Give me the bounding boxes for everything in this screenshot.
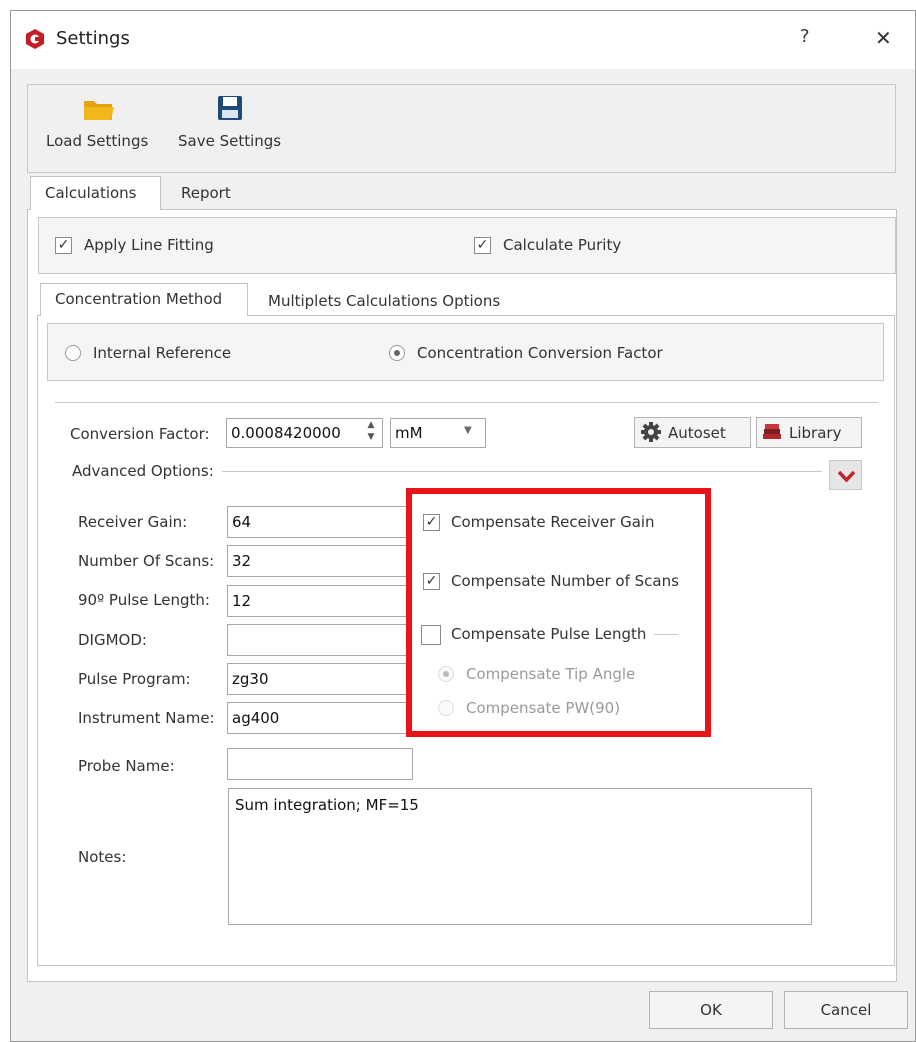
floppy-disk-icon [216,94,244,122]
instrument-name-label: Instrument Name: [78,709,215,727]
number-of-scans-input[interactable]: 32 [227,545,413,577]
autoset-label: Autoset [668,424,726,442]
notes-label: Notes: [78,848,127,866]
close-icon[interactable]: ✕ [875,26,892,50]
divider [55,402,878,403]
highlight-box [406,488,711,737]
advanced-options-label: Advanced Options: [72,462,214,480]
tab-concentration-method[interactable]: Concentration Method [40,283,248,316]
ok-button[interactable]: OK [649,991,773,1029]
folder-icon [82,95,116,123]
conversion-factor-spinner[interactable]: ▲ ▼ [360,419,382,447]
chevron-down-icon [837,470,856,483]
save-settings-button[interactable]: Save Settings [178,132,281,150]
dialog-title: Settings [56,28,130,49]
tab-calculations[interactable]: Calculations [30,176,161,210]
help-button[interactable]: ? [800,26,810,47]
tab-report[interactable]: Report [167,177,245,210]
pulse-program-label: Pulse Program: [78,670,191,688]
tab-multiplets-calculations-options[interactable]: Multiplets Calculations Options [254,285,514,318]
cancel-button[interactable]: Cancel [784,991,908,1029]
internal-reference-radio[interactable] [65,345,81,361]
calculate-purity-label: Calculate Purity [503,236,622,254]
advanced-options-toggle[interactable] [829,460,862,490]
instrument-name-input[interactable]: ag400 [227,702,413,734]
advanced-options-divider [222,471,822,472]
digmod-label: DIGMOD: [78,631,147,649]
pulse-length-label: 90º Pulse Length: [78,591,210,609]
apply-line-fitting-label: Apply Line Fitting [84,236,214,254]
title-bar [11,11,915,69]
concentration-conversion-factor-label: Concentration Conversion Factor [417,344,663,362]
number-of-scans-label: Number Of Scans: [78,552,215,570]
app-logo-icon [24,28,46,50]
internal-reference-label: Internal Reference [93,344,232,362]
receiver-gain-input[interactable]: 64 [227,506,413,538]
gear-icon [640,421,662,443]
books-icon [761,422,783,442]
chevron-down-icon: ▼ [464,425,472,436]
digmod-input[interactable] [227,624,413,656]
notes-textarea[interactable]: Sum integration; MF=15 [228,788,812,925]
pulse-length-input[interactable]: 12 [227,585,413,617]
pulse-program-input[interactable]: zg30 [227,663,413,695]
conversion-factor-label: Conversion Factor: [70,425,210,443]
apply-line-fitting-checkbox[interactable]: ✓ [55,237,72,254]
probe-name-label: Probe Name: [78,757,175,775]
probe-name-input[interactable] [227,748,413,780]
calculate-purity-checkbox[interactable]: ✓ [474,237,491,254]
load-settings-button[interactable]: Load Settings [46,132,148,150]
toolbar [27,84,896,173]
library-label: Library [789,424,842,442]
receiver-gain-label: Receiver Gain: [78,513,188,531]
concentration-conversion-factor-radio[interactable] [389,345,405,361]
